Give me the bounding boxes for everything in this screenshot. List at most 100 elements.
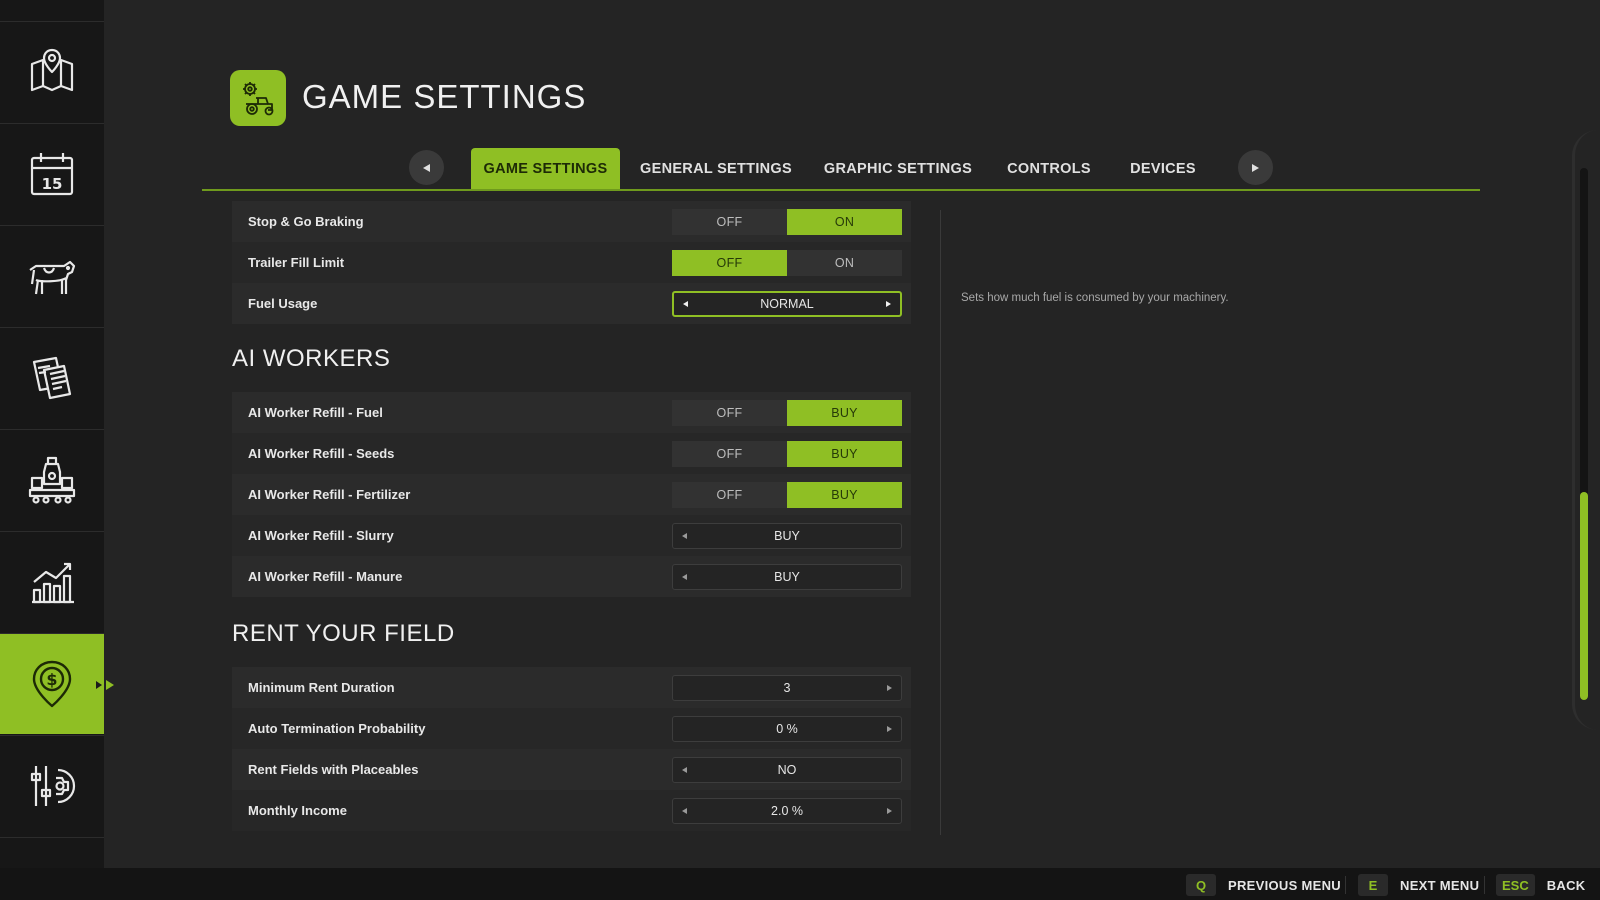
setting-label: Auto Termination Probability — [248, 721, 426, 736]
sidebar: 15 $ — [0, 0, 114, 868]
hint-label: NEXT MENU — [1400, 877, 1480, 893]
hint-previous-menu[interactable]: Q PREVIOUS MENU — [1186, 874, 1341, 896]
selector-left-arrow-icon[interactable] — [682, 808, 687, 814]
svg-text:$: $ — [46, 670, 57, 689]
setting-label: AI Worker Refill - Fertilizer — [248, 487, 411, 502]
chevron-left-icon — [423, 163, 430, 172]
selector-left-arrow-icon[interactable] — [682, 574, 687, 580]
setting-row-ai-refill-slurry: AI Worker Refill - Slurry BUY — [232, 515, 911, 556]
monthly-income-selector[interactable]: 2.0 % — [672, 798, 902, 824]
selector-value: 3 — [783, 681, 791, 695]
trailer-fill-limit-toggle: OFF ON — [672, 250, 902, 276]
sidebar-item-animals[interactable] — [0, 225, 104, 326]
ai-refill-slurry-selector[interactable]: BUY — [672, 523, 902, 549]
setting-row-stop-go-braking: Stop & Go Braking OFF ON — [232, 201, 911, 242]
auto-termination-selector[interactable]: 0 % — [672, 716, 902, 742]
sidebar-item-rent-field[interactable]: $ — [0, 633, 114, 734]
panel-divider — [940, 210, 941, 835]
setting-row-monthly-income: Monthly Income 2.0 % — [232, 790, 911, 831]
hint-back[interactable]: ESC BACK — [1496, 874, 1586, 896]
key-badge: ESC — [1496, 874, 1535, 896]
toggle-option-buy[interactable]: BUY — [787, 400, 902, 426]
selector-value: BUY — [774, 570, 800, 584]
scrollbar-thumb[interactable] — [1580, 492, 1588, 700]
toggle-option-off[interactable]: OFF — [672, 441, 787, 467]
statistics-icon — [32, 562, 74, 604]
toggle-option-off[interactable]: OFF — [672, 400, 787, 426]
footer-separator — [1345, 876, 1346, 894]
toggle-option-on[interactable]: ON — [787, 209, 902, 235]
tab-controls[interactable]: CONTROLS — [1003, 148, 1095, 189]
setting-label: AI Worker Refill - Manure — [248, 569, 403, 584]
active-indicator — [96, 681, 102, 689]
rent-placeables-selector[interactable]: NO — [672, 757, 902, 783]
contracts-icon — [32, 356, 72, 400]
toggle-option-buy[interactable]: BUY — [787, 441, 902, 467]
toggle-option-off[interactable]: OFF — [672, 250, 787, 276]
hint-next-menu[interactable]: E NEXT MENU — [1358, 874, 1479, 896]
toggle-option-off[interactable]: OFF — [672, 482, 787, 508]
production-icon — [28, 456, 76, 504]
hint-label: BACK — [1546, 877, 1586, 893]
settings-sliders-icon — [30, 766, 76, 806]
selector-right-arrow-icon[interactable] — [887, 808, 892, 814]
tab-graphic-settings[interactable]: GRAPHIC SETTINGS — [818, 148, 978, 189]
min-rent-duration-selector[interactable]: 3 — [672, 675, 902, 701]
tab-game-settings[interactable]: GAME SETTINGS — [471, 148, 620, 189]
toggle-option-buy[interactable]: BUY — [787, 482, 902, 508]
fuel-usage-selector[interactable]: NORMAL — [672, 291, 902, 317]
stop-go-braking-toggle: OFF ON — [672, 209, 902, 235]
setting-label: Stop & Go Braking — [248, 214, 364, 229]
footer-bar: Q PREVIOUS MENU E NEXT MENU ESC BACK — [0, 868, 1600, 900]
sidebar-item-settings[interactable] — [0, 735, 104, 836]
footer-separator — [1484, 876, 1485, 894]
key-badge: E — [1358, 874, 1388, 896]
tabs-underline — [202, 189, 1480, 191]
setting-label: AI Worker Refill - Slurry — [248, 528, 394, 543]
header-icon — [230, 70, 286, 126]
selector-value: BUY — [774, 529, 800, 543]
setting-row-min-rent-duration: Minimum Rent Duration 3 — [232, 667, 911, 708]
setting-label: Rent Fields with Placeables — [248, 762, 419, 777]
selector-left-arrow-icon[interactable] — [682, 533, 687, 539]
selector-left-arrow-icon[interactable] — [682, 767, 687, 773]
setting-row-ai-refill-manure: AI Worker Refill - Manure BUY — [232, 556, 911, 597]
selector-right-arrow-icon[interactable] — [887, 726, 892, 732]
setting-row-auto-termination: Auto Termination Probability 0 % — [232, 708, 911, 749]
sidebar-item-map[interactable] — [0, 21, 104, 122]
tab-prev-button[interactable] — [409, 150, 444, 185]
tab-general-settings[interactable]: GENERAL SETTINGS — [638, 148, 794, 189]
page-title: GAME SETTINGS — [302, 78, 587, 115]
hint-label: PREVIOUS MENU — [1228, 877, 1341, 893]
setting-description: Sets how much fuel is consumed by your m… — [961, 292, 1229, 304]
selector-value: NO — [777, 763, 797, 777]
selector-left-arrow-icon[interactable] — [683, 301, 688, 307]
sidebar-divider — [0, 837, 104, 838]
tractor-gear-icon — [243, 82, 274, 116]
selector-value: NORMAL — [760, 297, 814, 311]
sidebar-item-calendar[interactable]: 15 — [0, 123, 104, 224]
selector-value: 0 % — [776, 722, 798, 736]
ai-refill-fertilizer-toggle: OFF BUY — [672, 482, 902, 508]
sidebar-item-contracts[interactable] — [0, 327, 104, 428]
setting-row-ai-refill-fuel: AI Worker Refill - Fuel OFF BUY — [232, 392, 911, 433]
toggle-option-off[interactable]: OFF — [672, 209, 787, 235]
chevron-right-icon — [1252, 163, 1259, 172]
sidebar-item-statistics[interactable] — [0, 531, 104, 632]
setting-label: Minimum Rent Duration — [248, 680, 395, 695]
cow-icon — [29, 260, 76, 295]
selector-right-arrow-icon[interactable] — [887, 685, 892, 691]
calendar-icon: 15 — [30, 153, 74, 196]
setting-label: AI Worker Refill - Seeds — [248, 446, 395, 461]
tab-next-button[interactable] — [1238, 150, 1273, 185]
setting-row-ai-refill-seeds: AI Worker Refill - Seeds OFF BUY — [232, 433, 911, 474]
setting-row-rent-placeables: Rent Fields with Placeables NO — [232, 749, 911, 790]
ai-refill-fuel-toggle: OFF BUY — [672, 400, 902, 426]
sidebar-item-production[interactable] — [0, 429, 104, 530]
key-badge: Q — [1186, 874, 1216, 896]
map-icon — [30, 48, 74, 92]
toggle-option-on[interactable]: ON — [787, 250, 902, 276]
tab-devices[interactable]: DEVICES — [1123, 148, 1203, 189]
selector-right-arrow-icon[interactable] — [886, 301, 891, 307]
ai-refill-manure-selector[interactable]: BUY — [672, 564, 902, 590]
